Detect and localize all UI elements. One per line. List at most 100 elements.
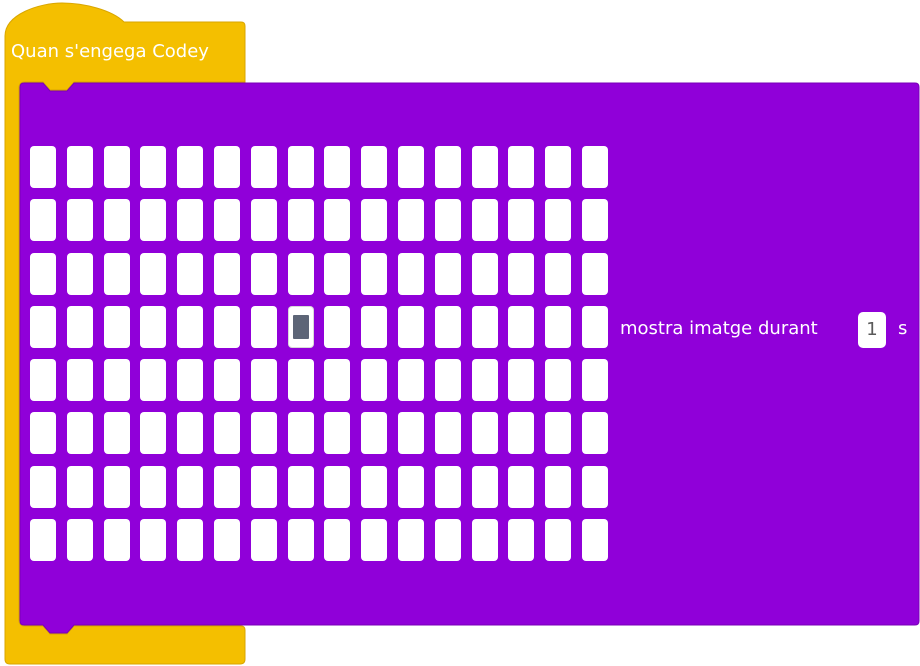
led-cell[interactable] xyxy=(140,252,167,295)
led-cell[interactable] xyxy=(471,465,498,508)
led-cell[interactable] xyxy=(140,412,167,455)
led-cell[interactable] xyxy=(140,519,167,562)
hat-block-label[interactable]: Quan s'engega Codey xyxy=(11,40,209,64)
led-cell[interactable] xyxy=(397,252,424,295)
led-cell[interactable] xyxy=(508,199,535,242)
led-cell[interactable] xyxy=(581,465,608,508)
led-cell[interactable] xyxy=(581,199,608,242)
led-cell[interactable] xyxy=(213,305,240,348)
led-cell[interactable] xyxy=(581,519,608,562)
duration-input[interactable]: 1 xyxy=(858,312,886,348)
led-cell[interactable] xyxy=(545,305,572,348)
led-cell[interactable] xyxy=(177,199,204,242)
led-cell[interactable] xyxy=(287,465,314,508)
led-matrix[interactable] xyxy=(30,146,608,562)
led-cell[interactable] xyxy=(471,519,498,562)
led-cell[interactable] xyxy=(434,412,461,455)
led-cell[interactable] xyxy=(324,359,351,402)
led-cell[interactable] xyxy=(397,519,424,562)
led-cell[interactable] xyxy=(250,519,277,562)
led-cell[interactable] xyxy=(508,412,535,455)
led-cell[interactable] xyxy=(361,199,388,242)
led-cell[interactable] xyxy=(508,252,535,295)
led-cell-on[interactable] xyxy=(287,305,314,348)
led-cell[interactable] xyxy=(471,199,498,242)
led-cell[interactable] xyxy=(140,465,167,508)
led-cell[interactable] xyxy=(103,412,130,455)
led-cell[interactable] xyxy=(434,146,461,188)
led-cell[interactable] xyxy=(508,359,535,402)
led-cell[interactable] xyxy=(508,146,535,188)
led-cell[interactable] xyxy=(434,199,461,242)
led-cell[interactable] xyxy=(103,305,130,348)
led-cell[interactable] xyxy=(30,199,56,242)
led-cell[interactable] xyxy=(177,146,204,188)
led-cell[interactable] xyxy=(324,519,351,562)
led-cell[interactable] xyxy=(397,146,424,188)
led-cell[interactable] xyxy=(397,359,424,402)
led-cell[interactable] xyxy=(213,519,240,562)
led-cell[interactable] xyxy=(177,465,204,508)
led-cell[interactable] xyxy=(66,146,93,188)
led-cell[interactable] xyxy=(545,359,572,402)
led-cell[interactable] xyxy=(250,252,277,295)
led-cell[interactable] xyxy=(471,252,498,295)
led-cell[interactable] xyxy=(103,519,130,562)
led-cell[interactable] xyxy=(177,412,204,455)
led-cell[interactable] xyxy=(177,252,204,295)
led-cell[interactable] xyxy=(30,305,56,348)
led-cell[interactable] xyxy=(250,465,277,508)
led-cell[interactable] xyxy=(287,359,314,402)
led-cell[interactable] xyxy=(287,412,314,455)
led-cell[interactable] xyxy=(361,305,388,348)
led-cell[interactable] xyxy=(545,412,572,455)
led-cell[interactable] xyxy=(213,412,240,455)
led-cell[interactable] xyxy=(324,199,351,242)
led-cell[interactable] xyxy=(581,252,608,295)
led-cell[interactable] xyxy=(250,359,277,402)
led-cell[interactable] xyxy=(103,252,130,295)
led-cell[interactable] xyxy=(508,465,535,508)
led-cell[interactable] xyxy=(434,252,461,295)
led-cell[interactable] xyxy=(250,305,277,348)
led-cell[interactable] xyxy=(66,199,93,242)
led-cell[interactable] xyxy=(287,199,314,242)
led-cell[interactable] xyxy=(581,146,608,188)
led-cell[interactable] xyxy=(397,465,424,508)
led-cell[interactable] xyxy=(140,146,167,188)
led-cell[interactable] xyxy=(177,305,204,348)
led-cell[interactable] xyxy=(361,412,388,455)
led-cell[interactable] xyxy=(30,412,56,455)
led-cell[interactable] xyxy=(140,305,167,348)
led-cell[interactable] xyxy=(250,146,277,188)
led-cell[interactable] xyxy=(287,519,314,562)
led-cell[interactable] xyxy=(361,519,388,562)
led-cell[interactable] xyxy=(66,252,93,295)
led-cell[interactable] xyxy=(66,359,93,402)
led-cell[interactable] xyxy=(545,465,572,508)
led-cell[interactable] xyxy=(545,252,572,295)
led-cell[interactable] xyxy=(213,465,240,508)
led-cell[interactable] xyxy=(324,146,351,188)
led-cell[interactable] xyxy=(545,519,572,562)
led-cell[interactable] xyxy=(361,359,388,402)
led-cell[interactable] xyxy=(250,199,277,242)
led-cell[interactable] xyxy=(581,305,608,348)
led-cell[interactable] xyxy=(213,359,240,402)
led-cell[interactable] xyxy=(434,519,461,562)
led-cell[interactable] xyxy=(177,519,204,562)
led-cell[interactable] xyxy=(250,412,277,455)
led-cell[interactable] xyxy=(361,252,388,295)
led-cell[interactable] xyxy=(471,359,498,402)
led-cell[interactable] xyxy=(213,199,240,242)
led-cell[interactable] xyxy=(324,412,351,455)
led-cell[interactable] xyxy=(434,305,461,348)
led-cell[interactable] xyxy=(66,305,93,348)
led-cell[interactable] xyxy=(103,146,130,188)
led-cell[interactable] xyxy=(397,412,424,455)
led-cell[interactable] xyxy=(103,359,130,402)
led-cell[interactable] xyxy=(471,412,498,455)
led-cell[interactable] xyxy=(508,305,535,348)
led-cell[interactable] xyxy=(434,465,461,508)
led-cell[interactable] xyxy=(471,146,498,188)
